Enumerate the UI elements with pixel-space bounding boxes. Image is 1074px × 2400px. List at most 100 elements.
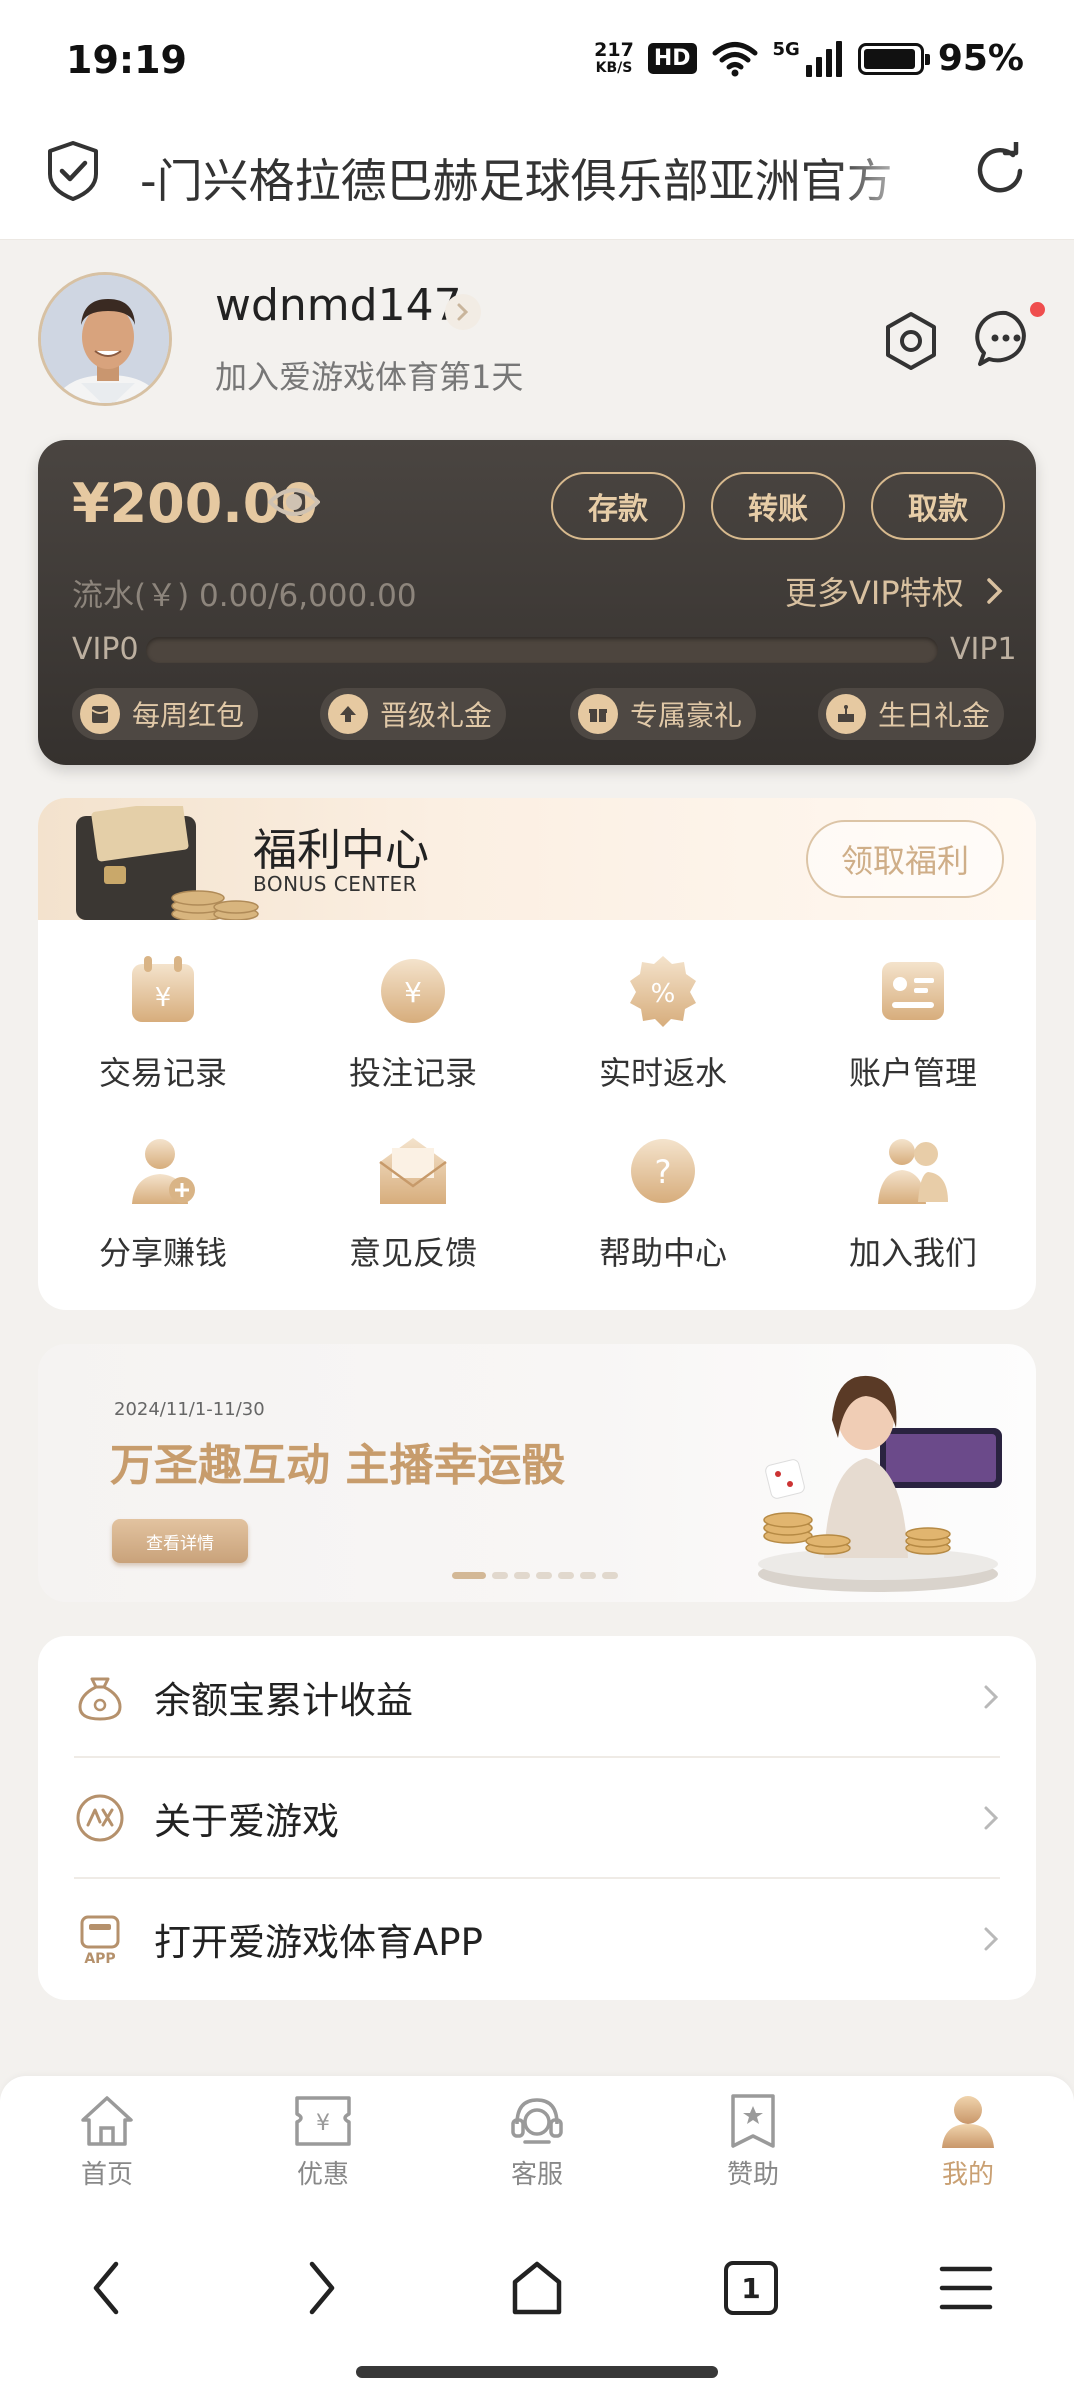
profile-chevron-icon[interactable]	[445, 294, 481, 330]
signal-icon	[805, 40, 842, 77]
vip-next-level: VIP1	[950, 632, 1017, 667]
network-speed: 217 KB/S	[594, 38, 634, 76]
battery-icon	[857, 42, 930, 75]
svg-text:¥: ¥	[316, 2111, 330, 2136]
tab-promotions[interactable]: ¥ 优惠	[253, 2090, 393, 2191]
rebate-item[interactable]: % 实时返水	[538, 948, 788, 1108]
rebate-icon: %	[630, 956, 696, 1027]
banner-details-button[interactable]: 查看详情	[112, 1519, 248, 1563]
sponsor-icon	[731, 2094, 775, 2148]
bonus-center-header: 福利中心 BONUS CENTER 领取福利	[38, 798, 1036, 920]
help-icon: ?	[631, 1139, 695, 1203]
carousel-dot[interactable]	[492, 1572, 508, 1579]
red-packet-icon	[80, 694, 120, 734]
avatar[interactable]	[38, 272, 172, 406]
forward-button[interactable]	[286, 2252, 358, 2324]
account-management-item[interactable]: 账户管理	[788, 948, 1036, 1108]
tab-home[interactable]: 首页	[37, 2090, 177, 2191]
wifi-icon	[712, 41, 758, 76]
chevron-right-icon	[984, 1927, 999, 1950]
svg-text:APP: APP	[84, 1951, 115, 1965]
svg-text:¥: ¥	[155, 983, 172, 1013]
network-type: 5G	[772, 39, 800, 60]
promo-banner[interactable]: 2024/11/1-11/30 万圣趣互动 主播幸运骰 查看详情	[38, 1344, 1036, 1602]
share-earn-item[interactable]: 分享赚钱	[38, 1128, 288, 1288]
banner-date: 2024/11/1-11/30	[114, 1399, 265, 1420]
home-button[interactable]	[501, 2252, 573, 2324]
menu-item-open-app[interactable]: APP 打开爱游戏体育APP	[74, 1878, 1000, 1999]
banner-title: 万圣趣互动 主播幸运骰	[110, 1440, 566, 1491]
feedback-item[interactable]: 意见反馈	[288, 1128, 538, 1288]
browser-navigation-bar: 1	[0, 2200, 1074, 2400]
status-icons: 217 KB/S HD 5G 95%	[594, 38, 1024, 79]
deposit-button[interactable]: 存款	[551, 472, 685, 540]
share-icon	[132, 1139, 195, 1204]
chevron-right-icon[interactable]	[985, 577, 1005, 605]
eye-icon[interactable]	[268, 484, 320, 520]
gift-icon	[578, 694, 618, 734]
carousel-dot[interactable]	[558, 1572, 574, 1579]
join-us-item[interactable]: 加入我们	[788, 1128, 1036, 1288]
wallet-coins-icon	[76, 806, 259, 920]
perk-birthday-bonus[interactable]: 生日礼金	[818, 688, 1005, 740]
carousel-dot[interactable]	[580, 1572, 596, 1579]
coupon-icon: ¥	[295, 2096, 351, 2146]
feedback-icon	[379, 1138, 447, 1204]
battery-level: 95%	[937, 38, 1024, 79]
tabs-count: 1	[724, 2261, 778, 2315]
app-icon: APP	[80, 1915, 120, 1965]
shield-check-icon[interactable]	[46, 140, 100, 202]
host-illustration	[758, 1375, 1002, 1592]
message-icon[interactable]	[975, 308, 1037, 370]
carousel-dot[interactable]	[602, 1572, 618, 1579]
turnover-label: 流水(￥) 0.00/6,000.00	[72, 578, 417, 614]
transaction-record-item[interactable]: ¥ 交易记录	[38, 948, 288, 1108]
perk-upgrade-bonus[interactable]: 晋级礼金	[320, 688, 507, 740]
user-icon	[942, 2096, 994, 2148]
tabs-button[interactable]: 1	[715, 2252, 787, 2324]
menu-item-about[interactable]: 关于爱游戏	[74, 1757, 1000, 1878]
help-center-item[interactable]: ? 帮助中心	[538, 1128, 788, 1288]
home-icon	[81, 2096, 133, 2146]
username[interactable]: wdnmd147	[215, 280, 462, 331]
status-bar: 19:19 217 KB/S HD 5G 95%	[0, 0, 1074, 115]
perk-exclusive-gift[interactable]: 专属豪礼	[570, 688, 757, 740]
carousel-indicator	[452, 1572, 618, 1579]
settings-hexagon-icon[interactable]	[880, 310, 942, 372]
bet-record-item[interactable]: ¥ 投注记录	[288, 948, 538, 1108]
upgrade-arrow-icon	[328, 694, 368, 734]
menu-list: 余额宝累计收益 关于爱游戏 APP 打开爱游戏体育APP	[38, 1636, 1036, 2000]
bonus-center-title: 福利中心	[253, 825, 429, 876]
svg-text:%: %	[651, 979, 676, 1009]
tab-customer-service[interactable]: 客服	[467, 2090, 607, 2191]
bonus-center-card: 福利中心 BONUS CENTER 领取福利 ¥ 交易记录 ¥ 投注记录 % 实…	[38, 798, 1036, 1310]
cake-icon	[826, 694, 866, 734]
vip-progress-bar	[146, 637, 938, 663]
bottom-tab-bar: 首页 ¥ 优惠 客服 赞助 我的	[0, 2076, 1074, 2200]
url-field[interactable]: -门兴格拉德巴赫足球俱乐部亚洲官方	[140, 145, 930, 211]
claim-bonus-button[interactable]: 领取福利	[806, 820, 1004, 898]
chevron-right-icon	[984, 1806, 999, 1829]
back-button[interactable]	[70, 2252, 142, 2324]
status-time: 19:19	[66, 38, 187, 82]
perk-weekly-redpacket[interactable]: 每周红包	[72, 688, 259, 740]
menu-item-yuebao-earnings[interactable]: 余额宝累计收益	[74, 1636, 1000, 1757]
tab-sponsor[interactable]: 赞助	[683, 2090, 823, 2191]
menu-button[interactable]	[930, 2252, 1002, 2324]
svg-text:¥: ¥	[404, 976, 422, 1009]
reload-icon[interactable]	[972, 142, 1030, 200]
carousel-dot[interactable]	[536, 1572, 552, 1579]
tab-mine[interactable]: 我的	[898, 2090, 1038, 2191]
browser-address-bar: -门兴格拉德巴赫足球俱乐部亚洲官方	[0, 115, 1074, 240]
money-bag-icon	[78, 1677, 122, 1720]
carousel-dot[interactable]	[452, 1572, 486, 1579]
unread-badge	[1030, 302, 1045, 317]
carousel-dot[interactable]	[514, 1572, 530, 1579]
transfer-button[interactable]: 转账	[711, 472, 845, 540]
member-duration: 加入爱游戏体育第1天	[215, 358, 524, 396]
withdraw-button[interactable]: 取款	[871, 472, 1005, 540]
browser-home-icon	[512, 2261, 562, 2315]
avatar-image	[41, 275, 169, 403]
vip-privileges-link[interactable]: 更多VIP特权	[785, 568, 964, 614]
home-indicator	[356, 2366, 718, 2378]
